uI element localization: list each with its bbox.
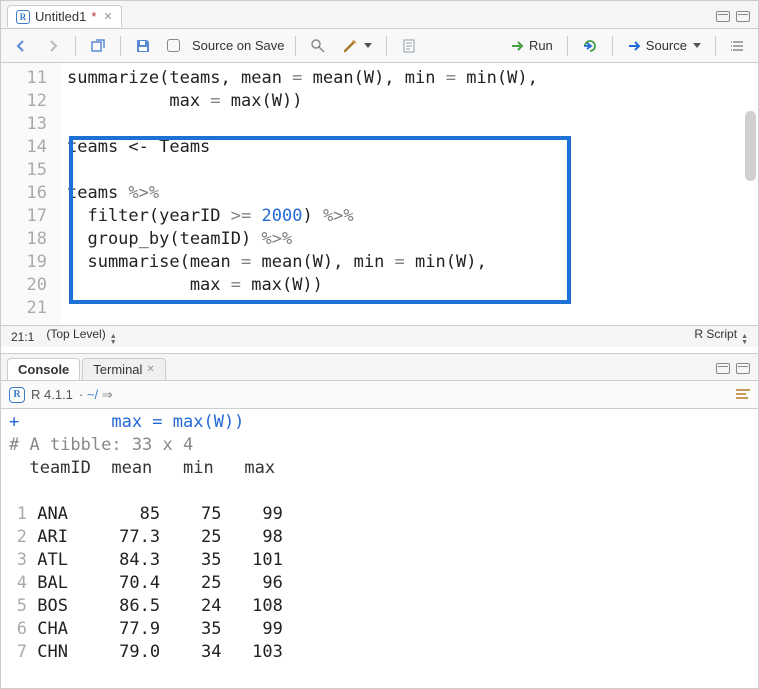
close-icon[interactable]: ✕ (103, 10, 112, 23)
scope-selector[interactable]: (Top Level)▲▼ (46, 327, 116, 346)
console-tabbar: Console Terminal✕ (1, 353, 758, 381)
save-button[interactable] (131, 36, 155, 56)
forward-button[interactable] (41, 36, 65, 56)
checkbox-icon (167, 39, 180, 52)
r-version-label: R 4.1.1 (31, 387, 73, 402)
back-button[interactable] (9, 36, 33, 56)
r-logo-icon: R (9, 387, 25, 403)
source-button[interactable]: Source (623, 36, 705, 56)
editor-toolbar: Source on Save Run Source (1, 29, 758, 63)
tab-console[interactable]: Console (7, 358, 80, 380)
arrow-icon: ⇒ (102, 387, 113, 402)
console-maximize-icon[interactable] (736, 363, 750, 374)
tab-title: Untitled1 (35, 9, 86, 24)
minimize-pane-icon[interactable] (716, 11, 730, 22)
tab-terminal[interactable]: Terminal✕ (82, 358, 166, 380)
find-button[interactable] (306, 36, 330, 56)
editor-statusbar: 21:1 (Top Level)▲▼ R Script▲▼ (1, 325, 758, 347)
editor-scrollbar[interactable] (745, 111, 756, 181)
run-button[interactable]: Run (506, 36, 557, 56)
line-gutter: 1112131415161718192021 (1, 63, 61, 325)
show-in-new-window-button[interactable] (86, 36, 110, 56)
outline-button[interactable] (726, 36, 750, 56)
clear-console-button[interactable] (736, 389, 750, 401)
cursor-position: 21:1 (11, 330, 34, 344)
compile-report-button[interactable] (397, 36, 421, 56)
console-output[interactable]: + max = max(W)) # A tibble: 33 x 4 teamI… (1, 409, 758, 688)
source-on-save-label: Source on Save (192, 38, 285, 53)
editor-tab-untitled1[interactable]: R Untitled1 * ✕ (7, 5, 122, 27)
rerun-button[interactable] (578, 36, 602, 56)
editor-tabbar: R Untitled1 * ✕ (1, 1, 758, 29)
source-on-save-checkbox[interactable] (163, 37, 184, 54)
code-editor[interactable]: 1112131415161718192021 summarize(teams, … (1, 63, 758, 325)
console-workdir[interactable]: · ~/ ⇒ (79, 387, 113, 403)
code-area[interactable]: summarize(teams, mean = mean(W), min = m… (61, 63, 758, 325)
r-script-icon: R (16, 10, 30, 24)
console-minimize-icon[interactable] (716, 363, 730, 374)
language-selector[interactable]: R Script▲▼ (694, 327, 748, 346)
code-tools-button[interactable] (338, 36, 376, 56)
console-header: R R 4.1.1 · ~/ ⇒ (1, 381, 758, 409)
maximize-pane-icon[interactable] (736, 11, 750, 22)
dirty-indicator: * (91, 9, 96, 24)
